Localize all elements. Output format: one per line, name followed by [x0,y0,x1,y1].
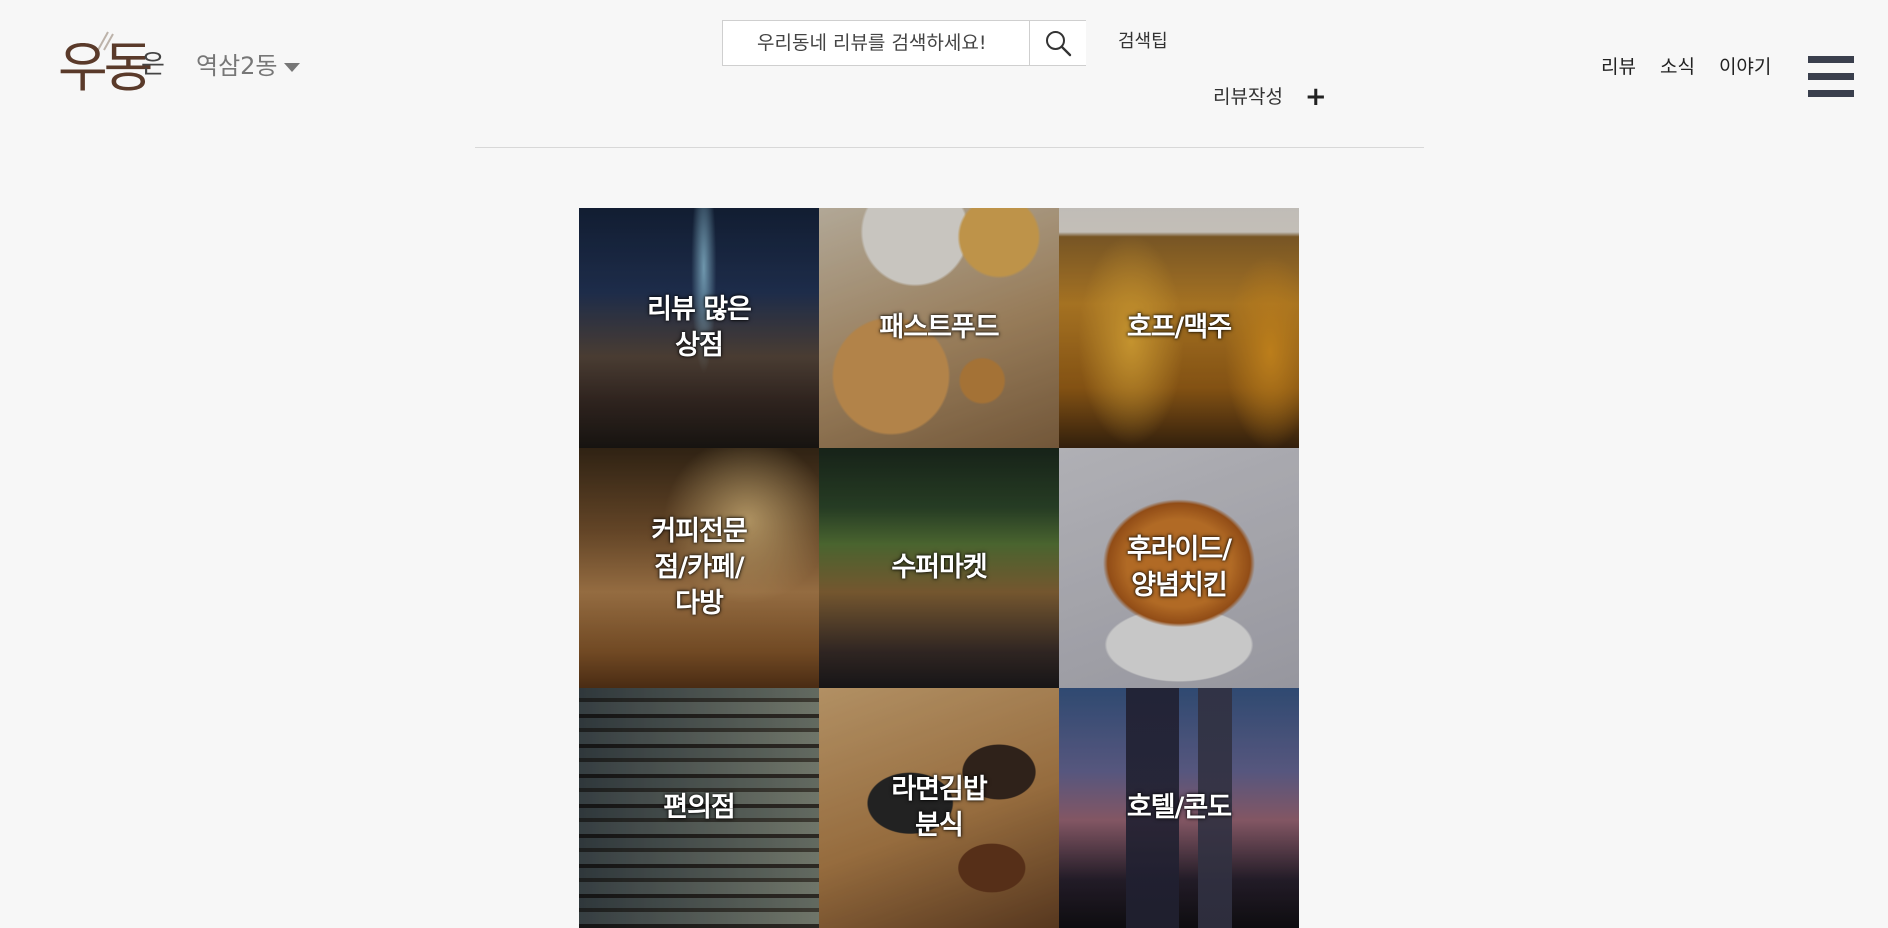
location-label: 역삼2동 [196,52,278,80]
plus-icon: + [1304,82,1327,112]
search-box [722,20,1086,66]
category-tile-convenience-store[interactable]: 편의점 [579,688,819,928]
write-review-label: 리뷰작성 [1213,86,1283,108]
category-label: 호프/맥주 [1126,312,1232,343]
location-selector[interactable]: 역삼2동 [196,50,300,82]
search-icon [1046,31,1072,57]
category-tile-snack-bar[interactable]: 라면김밥 분식 [819,688,1059,928]
search-tip-link[interactable]: 검색팁 [1118,30,1168,54]
category-label: 후라이드/ 양념치킨 [1126,534,1232,601]
category-label: 호텔/콘도 [1126,792,1232,823]
caret-down-icon [283,62,300,72]
category-tile-cafe[interactable]: 커피전문 점/카페/ 다방 [579,448,819,688]
category-label: 패스트푸드 [879,312,999,343]
category-grid: 리뷰 많은 상점 패스트푸드 호프/맥주 커피전문 점/카페/ 다방 수퍼마켓 … [579,208,1299,928]
category-tile-chicken[interactable]: 후라이드/ 양념치킨 [1059,448,1299,688]
nav-item-news[interactable]: 소식 [1660,54,1695,80]
search-input[interactable] [723,21,1029,65]
category-tile-beer[interactable]: 호프/맥주 [1059,208,1299,448]
category-tile-hotel[interactable]: 호텔/콘도 [1059,688,1299,928]
nav-item-review[interactable]: 리뷰 [1601,54,1636,80]
logo-suffix: 은 [141,50,165,80]
hamburger-menu-icon[interactable] [1808,56,1854,98]
logo-text: 우동 [58,36,153,99]
category-label: 수퍼마켓 [891,552,987,583]
category-tile-supermarket[interactable]: 수퍼마켓 [819,448,1059,688]
category-label: 편의점 [663,792,736,823]
header-divider [475,147,1424,148]
nav-item-story[interactable]: 이야기 [1719,54,1771,80]
category-tile-fastfood[interactable]: 패스트푸드 [819,208,1059,448]
category-label: 커피전문 점/카페/ 다방 [651,516,747,619]
search-button[interactable] [1029,21,1086,65]
category-label: 라면김밥 분식 [891,774,987,841]
top-nav: 리뷰 소식 이야기 [1601,54,1795,80]
category-tile-popular-stores[interactable]: 리뷰 많은 상점 [579,208,819,448]
category-label: 리뷰 많은 상점 [647,294,752,361]
write-review-button[interactable]: 리뷰작성 + [1213,84,1327,110]
